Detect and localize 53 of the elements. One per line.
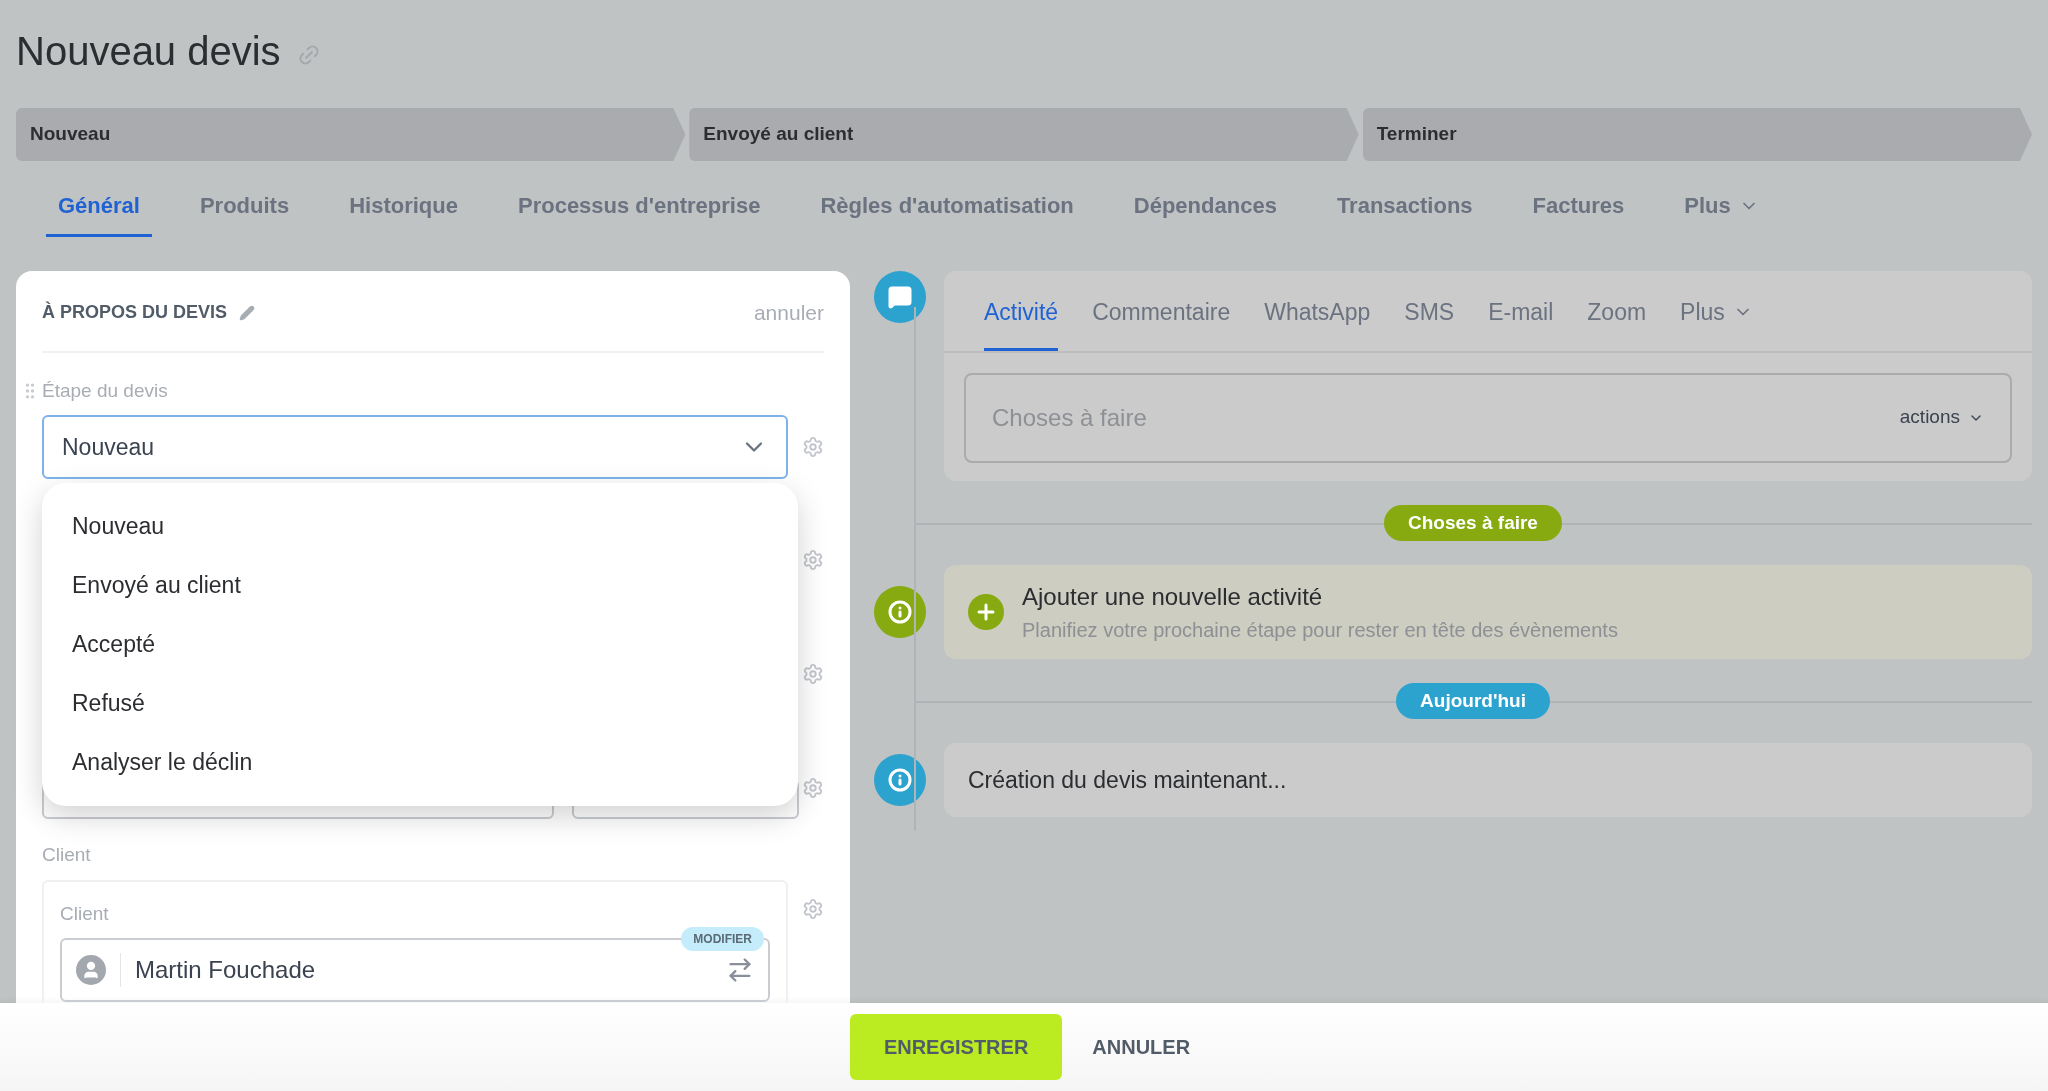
stage-step[interactable]: Nouveau: [16, 108, 686, 161]
more-tab[interactable]: Plus: [1672, 189, 1771, 237]
dropdown-option[interactable]: Accepté: [42, 615, 798, 674]
stage-step[interactable]: Envoyé au client: [689, 108, 1359, 161]
dropdown-option[interactable]: Envoyé au client: [42, 556, 798, 615]
stage-select[interactable]: Nouveau: [42, 415, 788, 479]
more-tab[interactable]: Plus: [1680, 295, 1753, 351]
timeline-badge: Aujourd'hui: [1396, 683, 1550, 719]
settings-icon[interactable]: [802, 436, 824, 458]
tab[interactable]: Produits: [187, 189, 302, 237]
cancel-link[interactable]: annuler: [753, 297, 824, 329]
tab[interactable]: Activité: [984, 295, 1059, 351]
tab[interactable]: Commentaire: [1092, 295, 1231, 351]
settings-icon[interactable]: [802, 549, 824, 571]
page-title: Nouveau devis: [16, 28, 281, 75]
actions-dropdown[interactable]: actions: [1899, 403, 1984, 432]
new-activity-card[interactable]: Ajouter une nouvelle activité Planifiez votre prochaine étape pour rester en tête des évènements: [944, 565, 2032, 659]
client-name: Martin Fouchade: [135, 955, 317, 985]
settings-icon[interactable]: [802, 897, 824, 920]
tab[interactable]: Zoom: [1587, 295, 1647, 351]
tab[interactable]: Règles d'automatisation: [808, 189, 1086, 237]
card-subtitle: Planifiez votre prochaine étape pour rester en tête des évènements: [1022, 618, 1618, 643]
tab[interactable]: Transactions: [1324, 189, 1485, 237]
dropdown-option[interactable]: Nouveau: [42, 497, 798, 556]
stage-step[interactable]: Terminer: [1362, 108, 2032, 161]
section-label: Client: [42, 843, 92, 867]
field-label: Étape du devis: [42, 378, 169, 403]
chat-icon: [874, 271, 926, 323]
user-icon: [76, 955, 106, 985]
dropdown-option[interactable]: Refusé: [42, 674, 798, 733]
tab[interactable]: WhatsApp: [1264, 295, 1371, 351]
settings-icon[interactable]: [802, 777, 824, 799]
tab[interactable]: SMS: [1404, 295, 1455, 351]
tab[interactable]: Dépendances: [1121, 189, 1289, 237]
tab[interactable]: E-mail: [1488, 295, 1554, 351]
save-button[interactable]: ENREGISTRER: [849, 1014, 1063, 1080]
event-text: Création du devis maintenant...: [968, 765, 1287, 795]
section-title: À PROPOS DU DEVIS: [42, 300, 228, 325]
todo-placeholder: Choses à faire: [992, 402, 1147, 433]
tab[interactable]: Factures: [1520, 189, 1637, 237]
tab[interactable]: Processus d'entreprise: [505, 189, 773, 237]
todo-input[interactable]: Choses à faire actions: [964, 372, 2012, 463]
pencil-icon[interactable]: [239, 304, 256, 321]
field-label: Client: [60, 901, 110, 926]
cancel-button[interactable]: ANNULER: [1084, 1014, 1199, 1080]
dropdown-option[interactable]: Analyser le déclin: [42, 733, 798, 792]
tab[interactable]: Historique: [337, 189, 470, 237]
tab[interactable]: Général: [46, 189, 152, 237]
timeline-badge: Choses à faire: [1384, 505, 1562, 541]
settings-icon[interactable]: [802, 663, 824, 685]
modify-badge[interactable]: MODIFIER: [681, 927, 764, 951]
plus-icon[interactable]: [968, 594, 1004, 630]
card-title: Ajouter une nouvelle activité: [1022, 582, 1324, 612]
